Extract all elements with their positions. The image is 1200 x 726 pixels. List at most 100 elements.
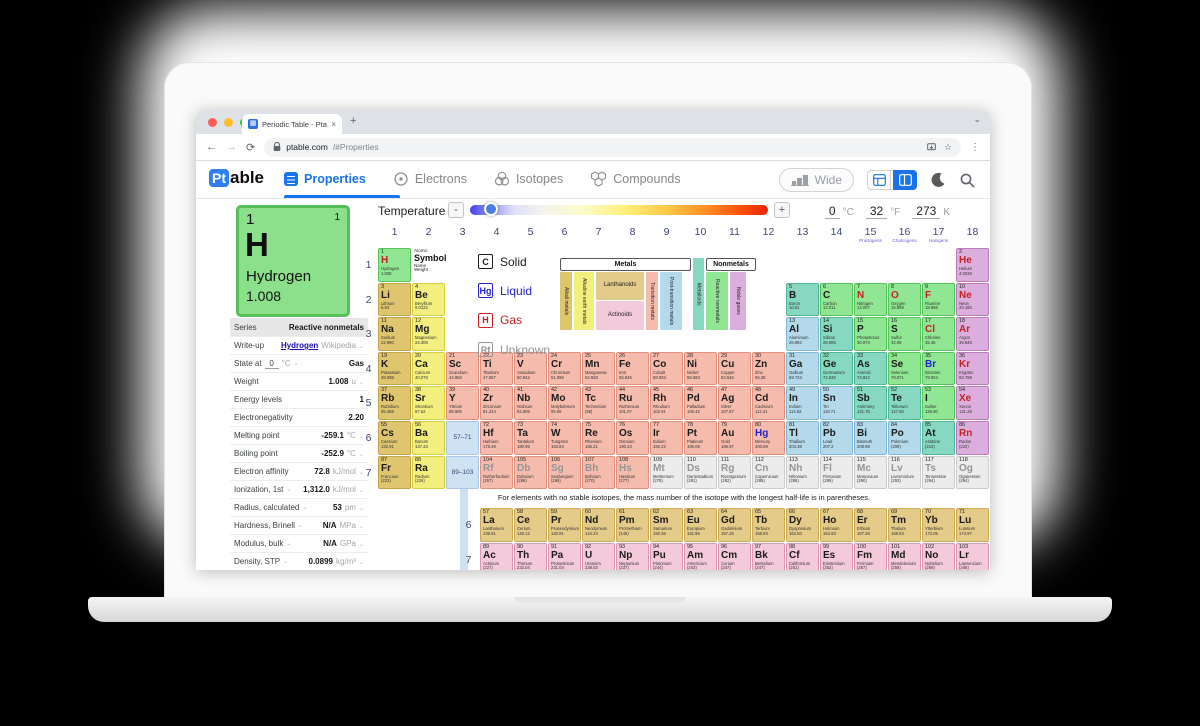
- element-cell-ts[interactable]: 117TsTennessine(294): [922, 456, 955, 490]
- tab-isotopes[interactable]: Isotopes: [494, 171, 563, 187]
- property-row[interactable]: Weight1.008u⌄: [230, 372, 368, 390]
- chevron-down-icon[interactable]: ⌄: [359, 541, 364, 548]
- element-cell-sg[interactable]: 106SgSeaborgium(269): [548, 456, 581, 490]
- element-cell-rn[interactable]: 86RnRadon(222): [956, 421, 989, 455]
- element-cell-pm[interactable]: 61PmPromethium(145): [616, 508, 649, 542]
- state-temperature-input[interactable]: 0: [265, 359, 279, 369]
- element-cell-mo[interactable]: 42MoMolybdenum95.95: [548, 386, 581, 420]
- element-cell-cu[interactable]: 29CuCopper63.546: [718, 352, 751, 386]
- element-cell-se[interactable]: 34SeSelenium78.971: [888, 352, 921, 386]
- legend-alkali-metals[interactable]: Alkali metals: [560, 272, 572, 330]
- legend-reactive-nonmetals[interactable]: Reactive nonmetals: [706, 272, 728, 330]
- element-cell-ca[interactable]: 20CaCalcium40.078: [412, 352, 445, 386]
- element-cell-pu[interactable]: 94PuPlutonium(244): [650, 543, 683, 570]
- property-row[interactable]: Write-upHydrogenWikipedia⌄: [230, 336, 368, 354]
- element-cell-rf[interactable]: 104RfRutherfordium(267): [480, 456, 513, 490]
- element-cell-bi[interactable]: 83BiBismuth208.98: [854, 421, 887, 455]
- element-cell-mt[interactable]: 109MtMeitnerium(278): [650, 456, 683, 490]
- property-row[interactable]: State at0°C⌄Gas: [230, 354, 368, 372]
- element-cell-fr[interactable]: 87FrFrancium(223): [378, 456, 411, 490]
- property-row[interactable]: SeriesReactive nonmetals: [230, 318, 368, 336]
- element-cell-hg[interactable]: 80HgMercury200.59: [752, 421, 785, 455]
- panel-view-button-active[interactable]: [893, 170, 917, 190]
- reload-icon[interactable]: ⟳: [246, 141, 255, 154]
- element-cell-xe[interactable]: 54XeXenon131.29: [956, 386, 989, 420]
- element-cell-fl[interactable]: 114FlFlerovium(289): [820, 456, 853, 490]
- temperature-plus-button[interactable]: +: [774, 202, 790, 218]
- element-cell-tc[interactable]: 43TcTechnetium(98): [582, 386, 615, 420]
- element-cell-es[interactable]: 99EsEinsteinium(252): [820, 543, 853, 570]
- element-cell-pa[interactable]: 91PaProtactinium231.04: [548, 543, 581, 570]
- element-cell-ba[interactable]: 56BaBarium137.33: [412, 421, 445, 455]
- element-cell-tm[interactable]: 69TmThulium168.93: [888, 508, 921, 542]
- element-cell-bh[interactable]: 107BhBohrium(270): [582, 456, 615, 490]
- element-cell-nh[interactable]: 113NhNihonium(286): [786, 456, 819, 490]
- legend-lanthanoids[interactable]: Lanthanoids: [596, 272, 644, 300]
- element-cell-kr[interactable]: 36KrKrypton83.798: [956, 352, 989, 386]
- property-row[interactable]: Density, STP⌄0.0899kg/m³⌄: [230, 552, 368, 570]
- element-cell-ga[interactable]: 31GaGallium69.723: [786, 352, 819, 386]
- forward-icon[interactable]: →: [226, 141, 237, 153]
- element-cell-pt[interactable]: 78PtPlatinum195.08: [684, 421, 717, 455]
- element-cell-fe[interactable]: 26FeIron55.845: [616, 352, 649, 386]
- element-cell-re[interactable]: 75ReRhenium186.21: [582, 421, 615, 455]
- chevron-down-icon[interactable]: ⌄: [294, 360, 299, 367]
- element-cell-as[interactable]: 33AsArsenic74.922: [854, 352, 887, 386]
- element-cell-c[interactable]: 6CCarbon12.011: [820, 283, 853, 317]
- element-cell-tb[interactable]: 65TbTerbium158.93: [752, 508, 785, 542]
- element-cell-pd[interactable]: 46PdPalladium106.42: [684, 386, 717, 420]
- f-block-placeholder[interactable]: 89–103: [446, 456, 479, 490]
- chevron-down-icon[interactable]: ⌄: [283, 558, 288, 565]
- element-cell-la[interactable]: 57LaLanthanum138.91: [480, 508, 513, 542]
- legend-transition-metals[interactable]: Transition metals: [646, 272, 658, 330]
- element-cell-np[interactable]: 93NpNeptunium(237): [616, 543, 649, 570]
- element-cell-ne[interactable]: 10NeNeon20.180: [956, 283, 989, 317]
- legend-post-transition-metals[interactable]: Post-transition metals: [660, 272, 682, 330]
- element-cell-rh[interactable]: 45RhRhodium102.91: [650, 386, 683, 420]
- element-cell-in[interactable]: 49InIndium114.82: [786, 386, 819, 420]
- browser-menu-icon[interactable]: ⋮: [970, 142, 980, 153]
- element-cell-mg[interactable]: 12MgMagnesium24.305: [412, 317, 445, 351]
- chevron-down-icon[interactable]: ⌄: [298, 522, 303, 529]
- element-cell-db[interactable]: 105DbDubnium(268): [514, 456, 547, 490]
- element-cell-s[interactable]: 16SSulfur32.06: [888, 317, 921, 351]
- element-cell-mn[interactable]: 25MnManganese54.938: [582, 352, 615, 386]
- property-row[interactable]: Ionization, 1st⌄1,312.0kJ/mol⌄: [230, 480, 368, 498]
- element-cell-hs[interactable]: 108HsHassium(277): [616, 456, 649, 490]
- element-cell-lv[interactable]: 116LvLivermorium(293): [888, 456, 921, 490]
- element-cell-p[interactable]: 15PPhosphorus30.974: [854, 317, 887, 351]
- element-cell-h[interactable]: 1HHydrogen1.008: [378, 248, 411, 282]
- back-icon[interactable]: ←: [206, 141, 217, 153]
- element-cell-hf[interactable]: 72HfHafnium178.49: [480, 421, 513, 455]
- element-cell-br[interactable]: 35BrBromine79.904: [922, 352, 955, 386]
- temperature-slider-thumb[interactable]: [484, 202, 498, 216]
- legend-actinoids[interactable]: Actinoids: [596, 301, 644, 330]
- element-cell-og[interactable]: 118OgOganesson(294): [956, 456, 989, 490]
- element-cell-si[interactable]: 14SiSilicon28.085: [820, 317, 853, 351]
- element-cell-md[interactable]: 101MdMendelevium(258): [888, 543, 921, 570]
- element-cell-ge[interactable]: 32GeGermanium72.630: [820, 352, 853, 386]
- element-cell-be[interactable]: 4BeBeryllium9.0122: [412, 283, 445, 317]
- element-cell-au[interactable]: 79AuGold196.97: [718, 421, 751, 455]
- legend-metalloids[interactable]: Metalloids: [693, 258, 704, 330]
- element-cell-fm[interactable]: 100FmFermium(257): [854, 543, 887, 570]
- element-cell-i[interactable]: 53IIodine126.90: [922, 386, 955, 420]
- tab-compounds[interactable]: Compounds: [590, 171, 680, 187]
- chevron-down-icon[interactable]: ⌄: [359, 559, 364, 566]
- chevron-down-icon[interactable]: ⌄: [286, 486, 291, 493]
- element-cell-ar[interactable]: 18ArArgon39.948: [956, 317, 989, 351]
- element-cell-cf[interactable]: 98CfCalifornium(251): [786, 543, 819, 570]
- element-cell-cr[interactable]: 24CrChromium51.996: [548, 352, 581, 386]
- element-cell-eu[interactable]: 63EuEuropium151.96: [684, 508, 717, 542]
- element-cell-ta[interactable]: 73TaTantalum180.95: [514, 421, 547, 455]
- element-cell-am[interactable]: 95AmAmericium(243): [684, 543, 717, 570]
- property-row[interactable]: Modulus, bulk⌄N/AGPa⌄: [230, 534, 368, 552]
- browser-tab[interactable]: ▦ Periodic Table - Ptable ×: [242, 114, 342, 134]
- tab-electrons[interactable]: Electrons: [393, 171, 467, 187]
- element-cell-tl[interactable]: 81TlThallium204.38: [786, 421, 819, 455]
- table-view-button[interactable]: [867, 170, 891, 190]
- search-icon[interactable]: [959, 172, 976, 189]
- celsius-input[interactable]: 0: [825, 204, 840, 219]
- close-window-button[interactable]: [208, 118, 217, 127]
- property-row[interactable]: Radius, calculated⌄53pm⌄: [230, 498, 368, 516]
